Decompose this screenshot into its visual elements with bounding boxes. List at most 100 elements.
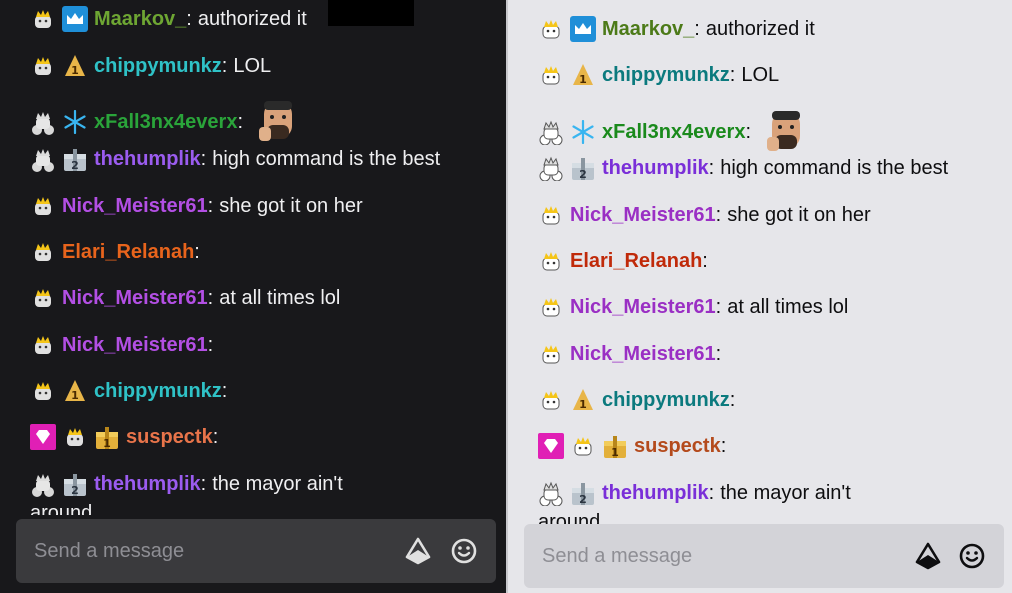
diamond-badge-icon[interactable] (538, 433, 564, 459)
username[interactable]: Nick_Meister61 (570, 294, 716, 320)
emoji-picker-icon[interactable] (958, 542, 986, 570)
username[interactable]: Maarkov_ (602, 16, 694, 42)
sub-badge-icon[interactable] (62, 424, 88, 450)
sub-badge-icon[interactable] (30, 239, 56, 265)
face-emote-icon[interactable] (763, 109, 809, 155)
gift-leader-1-badge-icon[interactable]: 1 (570, 62, 596, 88)
diamond-badge-icon[interactable] (30, 424, 56, 450)
sub-badge-icon[interactable] (30, 285, 56, 311)
username[interactable]: Nick_Meister61 (62, 285, 208, 311)
gift-leader-1-badge-icon[interactable]: 1 (570, 387, 596, 413)
svg-text:2: 2 (579, 493, 587, 506)
sub-badge-tier-icon[interactable] (30, 471, 56, 497)
svg-text:2: 2 (71, 484, 79, 497)
svg-text:1: 1 (579, 73, 587, 86)
username[interactable]: Elari_Relanah (62, 239, 194, 265)
message-text: high command is the best (212, 148, 441, 170)
username[interactable]: Elari_Relanah (570, 248, 702, 274)
sub-badge-icon[interactable] (538, 202, 564, 228)
sub-badge-icon[interactable] (538, 341, 564, 367)
username[interactable]: thehumplik (94, 471, 201, 497)
username[interactable]: chippymunkz (602, 387, 730, 413)
username[interactable]: chippymunkz (94, 378, 222, 404)
message-text: she got it on her (727, 204, 871, 226)
sub-badge-icon[interactable] (30, 6, 56, 32)
sub-badge-icon[interactable] (30, 332, 56, 358)
message-text: authorized it (705, 18, 815, 40)
gift-leader-1-badge-icon[interactable]: 1 (62, 53, 88, 79)
sub-badge-icon[interactable] (570, 433, 596, 459)
face-emote-icon[interactable] (255, 99, 301, 145)
chat-message: 1 chippymunkz: (538, 387, 1002, 413)
sub-badge-tier-icon[interactable] (538, 119, 564, 145)
username[interactable]: xFall3nx4everx (94, 109, 237, 135)
username[interactable]: Nick_Meister61 (570, 202, 716, 228)
sub-badge-icon[interactable] (538, 62, 564, 88)
message-text-wrap: around (30, 502, 93, 515)
message-text: LOL (233, 55, 272, 77)
username[interactable]: thehumplik (602, 480, 709, 506)
redacted-block (328, 0, 414, 26)
emoji-picker-icon[interactable] (450, 537, 478, 565)
gift-leader-1-badge-icon[interactable]: 1 (62, 378, 88, 404)
username[interactable]: Nick_Meister61 (570, 341, 716, 367)
sub-badge-icon[interactable] (30, 53, 56, 79)
sub-badge-icon[interactable] (538, 16, 564, 42)
username[interactable]: thehumplik (94, 146, 201, 172)
gift-1-badge-icon[interactable]: 1 (602, 433, 628, 459)
sub-badge-tier-icon[interactable] (30, 109, 56, 135)
chat-panel-dark: Maarkov_: authorized it 1 chippymunkz: L… (0, 0, 506, 593)
username[interactable]: chippymunkz (94, 53, 222, 79)
snowflake-badge-icon[interactable] (62, 109, 88, 135)
message-text: the mayor ain't (720, 482, 851, 504)
sub-badge-tier-icon[interactable] (538, 480, 564, 506)
username[interactable]: xFall3nx4everx (602, 119, 745, 145)
svg-text:1: 1 (579, 398, 587, 411)
chat-panel-light: Maarkov_: authorized it 1 chippymunkz: L… (508, 0, 1012, 593)
svg-text:2: 2 (579, 168, 587, 181)
sub-badge-icon[interactable] (30, 193, 56, 219)
chat-message-list[interactable]: Maarkov_: authorized it 1 chippymunkz: L… (508, 0, 1012, 527)
gift-2-badge-icon[interactable]: 2 (62, 471, 88, 497)
gift-2-badge-icon[interactable]: 2 (570, 155, 596, 181)
chat-message: 1 chippymunkz: (30, 378, 496, 404)
username[interactable]: Maarkov_ (94, 6, 186, 32)
sub-badge-icon[interactable] (538, 248, 564, 274)
sub-badge-tier-icon[interactable] (30, 146, 56, 172)
gift-2-badge-icon[interactable]: 2 (570, 480, 596, 506)
username[interactable]: Nick_Meister61 (62, 193, 208, 219)
svg-text:1: 1 (71, 389, 79, 402)
bits-icon[interactable] (404, 537, 432, 565)
svg-text:1: 1 (611, 446, 619, 459)
snowflake-badge-icon[interactable] (570, 119, 596, 145)
chat-message: 2 thehumplik: high command is the best (30, 146, 496, 172)
message-text: at all times lol (727, 296, 849, 318)
chat-message: 2 thehumplik: high command is the best (538, 155, 1002, 181)
username[interactable]: thehumplik (602, 155, 709, 181)
username[interactable]: Nick_Meister61 (62, 332, 208, 358)
chat-message: Nick_Meister61: she got it on her (538, 202, 1002, 228)
chat-message: Maarkov_: authorized it (538, 16, 1002, 42)
sub-badge-tier-icon[interactable] (538, 155, 564, 181)
sub-badge-icon[interactable] (30, 378, 56, 404)
crown-badge-icon[interactable] (62, 6, 88, 32)
chat-message: Nick_Meister61: (30, 332, 496, 358)
crown-badge-icon[interactable] (570, 16, 596, 42)
gift-2-badge-icon[interactable]: 2 (62, 146, 88, 172)
chat-message-list[interactable]: Maarkov_: authorized it 1 chippymunkz: L… (0, 0, 506, 515)
sub-badge-icon[interactable] (538, 294, 564, 320)
message-text: authorized it (197, 8, 307, 30)
chat-input[interactable]: Send a message (16, 519, 496, 583)
username[interactable]: suspectk (126, 424, 213, 450)
chat-input[interactable]: Send a message (524, 524, 1004, 588)
bits-icon[interactable] (914, 542, 942, 570)
chat-message: Nick_Meister61: at all times lol (538, 294, 1002, 320)
username[interactable]: chippymunkz (602, 62, 730, 88)
message-text: at all times lol (219, 287, 341, 309)
message-text: the mayor ain't (212, 473, 343, 495)
chat-message: 1 chippymunkz: LOL (538, 62, 1002, 88)
sub-badge-icon[interactable] (538, 387, 564, 413)
message-text: LOL (741, 64, 780, 86)
gift-1-badge-icon[interactable]: 1 (94, 424, 120, 450)
username[interactable]: suspectk (634, 433, 721, 459)
